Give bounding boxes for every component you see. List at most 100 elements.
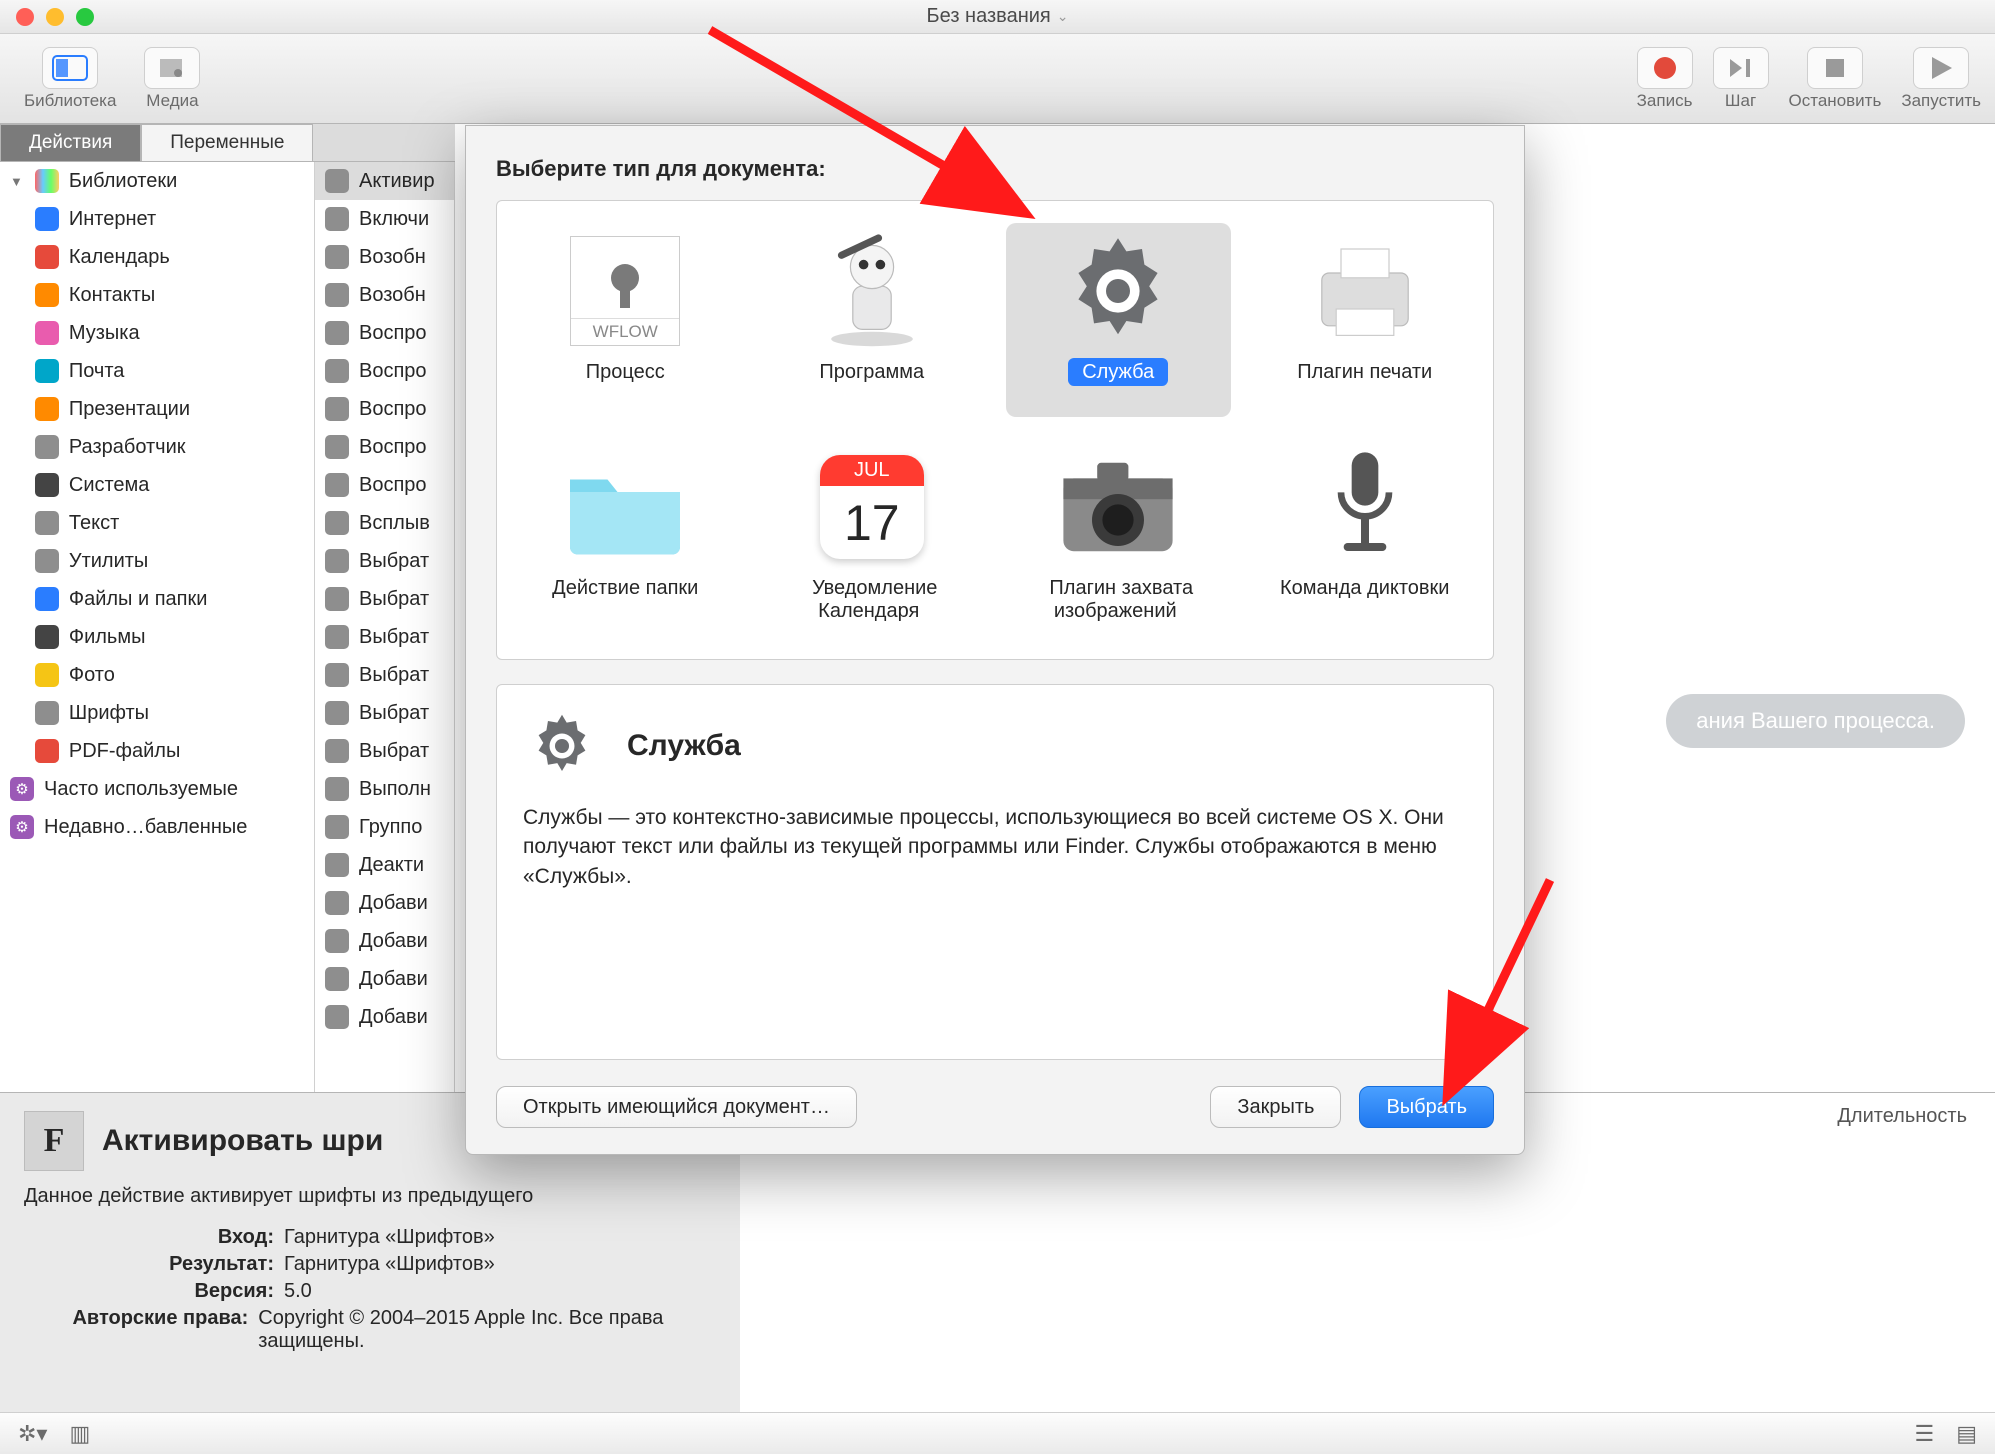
minimize-window-button[interactable] [46,8,64,26]
category-item[interactable]: ▼ Текст [0,504,314,542]
action-icon [325,207,349,231]
action-icon [325,777,349,801]
category-label: PDF-файлы [69,740,180,763]
service-template[interactable]: Служба [1006,223,1231,417]
category-item[interactable]: ▼ Утилиты [0,542,314,580]
print-plugin-template[interactable]: Плагин печати [1253,223,1478,417]
action-item[interactable]: Выбрат [315,618,454,656]
action-item[interactable]: Воспро [315,314,454,352]
action-item[interactable]: Воспро [315,352,454,390]
action-label: Выполн [359,778,431,801]
action-item[interactable]: Выбрат [315,580,454,618]
tab-actions[interactable]: Действия [0,124,141,161]
info-value: Гарнитура «Шрифтов» [284,1226,495,1249]
action-item[interactable]: Добави [315,960,454,998]
image-capture-template[interactable]: Плагин захвата изображений [1006,439,1231,633]
template-desc-title: Служба [627,729,741,763]
toolbar: Библиотека Медиа Запись Шаг Остановить З… [0,34,1995,124]
toolbar-right: Запись Шаг Остановить Запустить [1637,47,1981,111]
choose-button[interactable]: Выбрать [1359,1086,1494,1128]
view-flow-icon[interactable]: ▥ [69,1421,90,1447]
open-existing-button[interactable]: Открыть имеющийся документ… [496,1086,857,1128]
action-item[interactable]: Добави [315,884,454,922]
action-item[interactable]: Воспро [315,466,454,504]
action-label: Воспро [359,322,427,345]
action-item[interactable]: Возобн [315,238,454,276]
action-item[interactable]: Выбрат [315,542,454,580]
library-button[interactable]: Библиотека [24,47,116,111]
action-icon [325,701,349,725]
category-item[interactable]: ▼ Система [0,466,314,504]
category-item[interactable]: ▼ Фильмы [0,618,314,656]
category-item[interactable]: ▼ Файлы и папки [0,580,314,618]
gear-menu-icon[interactable]: ✲▾ [18,1421,47,1447]
action-label: Выбрат [359,550,429,573]
action-item[interactable]: Активир [315,162,454,200]
action-item[interactable]: Выполн [315,770,454,808]
category-item[interactable]: ▼ PDF-файлы [0,732,314,770]
record-button[interactable]: Запись [1637,47,1693,111]
title-dropdown-icon[interactable]: ⌄ [1057,8,1069,25]
smart-folder-item[interactable]: ⚙ Недавно…бавленные [0,808,314,846]
run-button[interactable]: Запустить [1901,47,1981,111]
category-icon [35,359,59,383]
category-item[interactable]: ▼ Музыка [0,314,314,352]
action-label: Возобн [359,246,426,269]
automator-window: Без названия ⌄ Библиотека Медиа Запись Ш… [0,0,1995,1454]
action-item[interactable]: Деакти [315,846,454,884]
workflow-template[interactable]: WFLOW Процесс [513,223,738,417]
action-item[interactable]: Добави [315,998,454,1036]
template-icon [1300,447,1430,567]
step-button[interactable]: Шаг [1713,47,1769,111]
action-item[interactable]: Возобн [315,276,454,314]
smart-folder-item[interactable]: ⚙ Часто используемые [0,770,314,808]
category-item[interactable]: ▼ Контакты [0,276,314,314]
action-item[interactable]: Включи [315,200,454,238]
category-item[interactable]: ▼ Фото [0,656,314,694]
category-item[interactable]: ▼ Разработчик [0,428,314,466]
category-item[interactable]: ▼ Интернет [0,200,314,238]
close-window-button[interactable] [16,8,34,26]
category-item[interactable]: ▼ Календарь [0,238,314,276]
action-item[interactable]: Выбрат [315,694,454,732]
action-item[interactable]: Группо [315,808,454,846]
template-icon [1053,231,1183,351]
calendar-alarm-template[interactable]: JUL17 Уведомление Календаря [760,439,985,633]
action-info-desc: Данное действие активирует шрифты из пре… [24,1185,722,1208]
action-label: Выбрат [359,664,429,687]
close-button[interactable]: Закрыть [1210,1086,1341,1128]
category-label: Почта [69,360,125,383]
action-item[interactable]: Воспро [315,390,454,428]
action-icon [325,473,349,497]
action-icon [325,625,349,649]
category-item[interactable]: ▼ Почта [0,352,314,390]
gear-icon [523,707,601,785]
zoom-window-button[interactable] [76,8,94,26]
action-item[interactable]: Добави [315,922,454,960]
view-grid-icon[interactable]: ▤ [1956,1421,1977,1447]
folder-action-template[interactable]: Действие папки [513,439,738,633]
category-icon [35,549,59,573]
info-key: Версия: [24,1280,274,1303]
library-root[interactable]: ▼ Библиотеки [0,162,314,200]
info-key: Вход: [24,1226,274,1249]
action-label: Добави [359,1006,428,1029]
action-item[interactable]: Воспро [315,428,454,466]
view-list-icon[interactable]: ☰ [1914,1421,1934,1447]
action-item[interactable]: Всплыв [315,504,454,542]
category-icon [35,663,59,687]
action-item[interactable]: Выбрат [315,732,454,770]
category-icon [35,739,59,763]
library-categories[interactable]: ▼ Библиотеки ▼ Интернет ▼ Календарь ▼ Ко… [0,162,315,1092]
disclosure-triangle-icon[interactable]: ▼ [10,174,23,189]
stop-button[interactable]: Остановить [1789,47,1882,111]
application-template[interactable]: Программа [760,223,985,417]
category-item[interactable]: ▼ Шрифты [0,694,314,732]
action-item[interactable]: Выбрат [315,656,454,694]
search-field[interactable] [313,124,455,161]
category-item[interactable]: ▼ Презентации [0,390,314,428]
media-button[interactable]: Медиа [144,47,200,111]
dictation-template[interactable]: Команда диктовки [1253,439,1478,633]
library-actions-list[interactable]: Активир Включи Возобн Возобн Воспро Восп… [315,162,455,1092]
tab-variables[interactable]: Переменные [141,124,313,161]
